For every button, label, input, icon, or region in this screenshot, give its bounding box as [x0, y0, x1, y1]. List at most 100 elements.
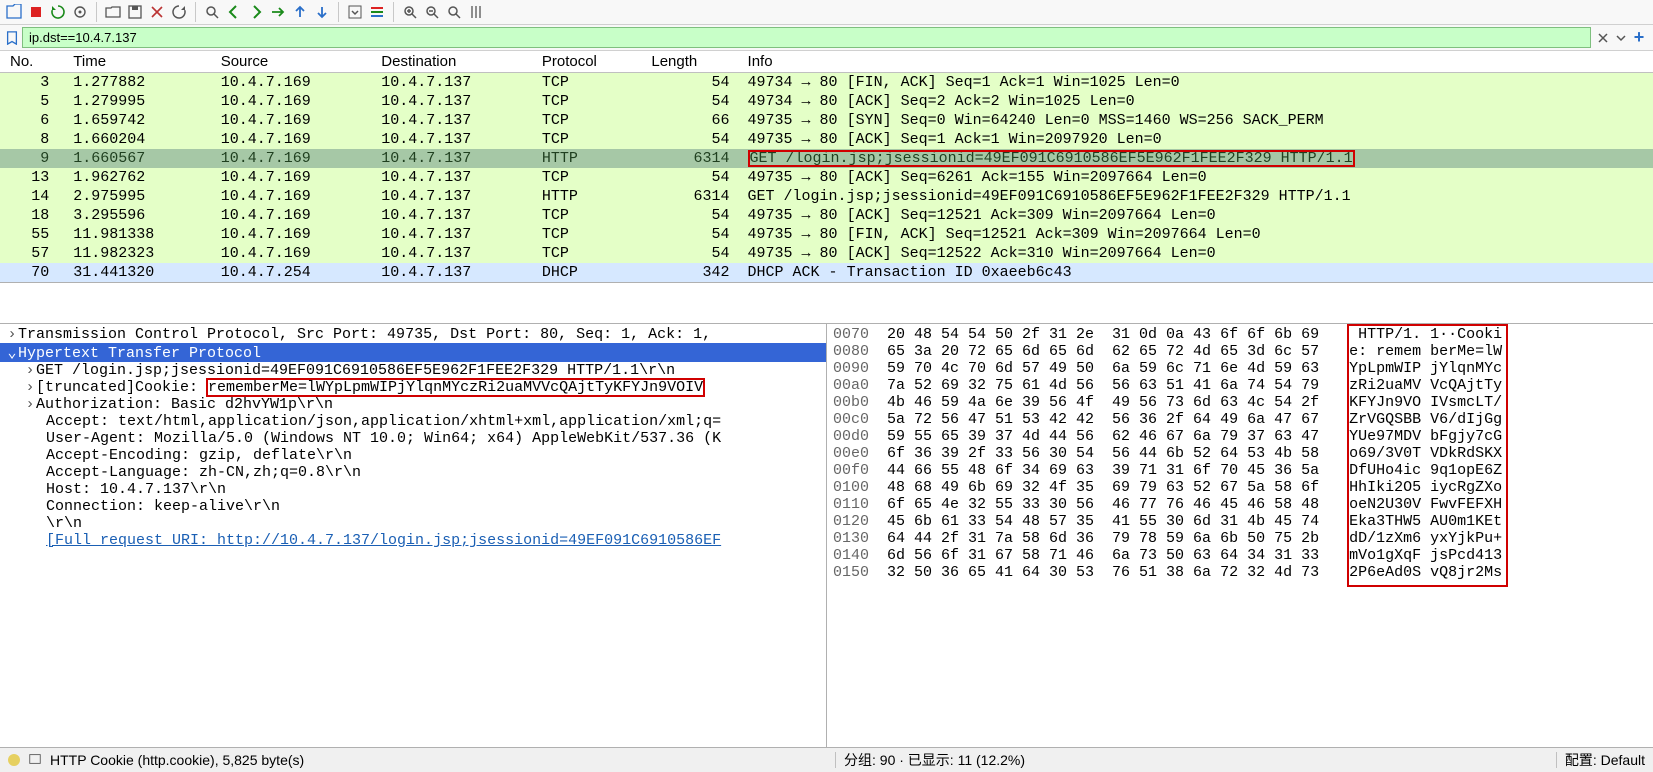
hex-ascii: dD/1zXm6 — [1349, 530, 1430, 547]
bookmark-filter-icon[interactable] — [4, 30, 20, 46]
jump-to-button[interactable] — [268, 2, 288, 22]
hex-ascii: iycRgZXo — [1430, 479, 1502, 496]
save-file-button[interactable] — [125, 2, 145, 22]
packet-list-pane[interactable]: No.TimeSourceDestinationProtocolLengthIn… — [0, 51, 1653, 283]
status-packets: 分组: 90 · 已显示: 11 (12.2%) — [844, 750, 1025, 770]
go-first-button[interactable] — [290, 2, 310, 22]
packet-details-pane[interactable]: ›Transmission Control Protocol, Src Port… — [0, 324, 827, 747]
hex-row[interactable]: 01406d 56 6f 31 67 58 71 466a 73 50 63 6… — [827, 547, 1653, 564]
status-profile[interactable]: 配置: Default — [1565, 750, 1645, 770]
display-filter-input[interactable] — [22, 27, 1591, 48]
hex-row[interactable]: 009059 70 4c 70 6d 57 49 506a 59 6c 71 6… — [827, 360, 1653, 377]
hex-ascii: V6/dIjGg — [1430, 411, 1502, 428]
hex-row[interactable]: 00d059 55 65 39 37 4d 44 5662 46 67 6a 7… — [827, 428, 1653, 445]
display-filter-bar: + — [0, 25, 1653, 51]
hex-row[interactable]: 00e06f 36 39 2f 33 56 30 5456 44 6b 52 6… — [827, 445, 1653, 462]
tree-http-accept[interactable]: Accept: text/html,application/json,appli… — [0, 413, 826, 430]
hex-ascii: mVo1gXqF — [1349, 547, 1430, 564]
add-filter-button[interactable]: + — [1631, 30, 1647, 46]
packet-row[interactable]: 51.27999510.4.7.16910.4.7.137TCP5449734 … — [0, 92, 1653, 111]
packet-row[interactable]: 5711.98232310.4.7.16910.4.7.137TCP544973… — [0, 244, 1653, 263]
colorize-button[interactable] — [367, 2, 387, 22]
tree-http-host[interactable]: Host: 10.4.7.137\r\n — [0, 481, 826, 498]
tree-http-conn[interactable]: Connection: keep-alive\r\n — [0, 498, 826, 515]
hex-ascii: FwvFEFXH — [1430, 496, 1502, 513]
hex-row[interactable]: 012045 6b 61 33 54 48 57 3541 55 30 6d 3… — [827, 513, 1653, 530]
main-toolbar — [0, 0, 1653, 25]
column-header-no[interactable]: No. — [0, 51, 63, 73]
packet-row[interactable]: 31.27788210.4.7.16910.4.7.137TCP5449734 … — [0, 73, 1653, 93]
go-forward-button[interactable] — [246, 2, 266, 22]
hex-ascii: berMe=lW — [1430, 343, 1502, 360]
tree-http[interactable]: ⌄Hypertext Transfer Protocol — [0, 343, 826, 362]
clear-filter-icon[interactable] — [1595, 30, 1611, 46]
hex-ascii: HTTP/1. — [1349, 326, 1430, 343]
hex-row[interactable]: 013064 44 2f 31 7a 58 6d 3679 78 59 6a 6… — [827, 530, 1653, 547]
packet-row[interactable]: 7031.44132010.4.7.25410.4.7.137DHCP342DH… — [0, 263, 1653, 282]
tree-http-crlf[interactable]: \r\n — [0, 515, 826, 532]
go-back-button[interactable] — [224, 2, 244, 22]
zoom-in-button[interactable] — [400, 2, 420, 22]
packet-row[interactable]: 91.66056710.4.7.16910.4.7.137HTTP6314GET… — [0, 149, 1653, 168]
hex-row[interactable]: 008065 3a 20 72 65 6d 65 6d62 65 72 4d 6… — [827, 343, 1653, 360]
expert-info-icon[interactable] — [8, 754, 20, 766]
column-header-protocol[interactable]: Protocol — [532, 51, 642, 73]
hex-ascii: VDkRdSKX — [1430, 445, 1502, 462]
tree-http-accenc[interactable]: Accept-Encoding: gzip, deflate\r\n — [0, 447, 826, 464]
column-header-time[interactable]: Time — [63, 51, 210, 73]
tree-http-cookie[interactable]: ›[truncated]Cookie: rememberMe=lWYpLpmWI… — [0, 379, 826, 396]
hex-ascii: 2P6eAd0S — [1349, 564, 1430, 581]
filter-dropdown-icon[interactable] — [1613, 30, 1629, 46]
hex-row[interactable]: 00b04b 46 59 4a 6e 39 56 4f49 56 73 6d 6… — [827, 394, 1653, 411]
tree-tcp[interactable]: ›Transmission Control Protocol, Src Port… — [0, 326, 826, 343]
open-file-button[interactable] — [103, 2, 123, 22]
cookie-highlight: rememberMe=lWYpLpmWIPjYlqnMYczRi2uaMVVcQ… — [207, 379, 704, 396]
column-header-source[interactable]: Source — [211, 51, 372, 73]
packet-row[interactable]: 183.29559610.4.7.16910.4.7.137TCP5449735… — [0, 206, 1653, 225]
status-bar: HTTP Cookie (http.cookie), 5,825 byte(s)… — [0, 748, 1653, 772]
stop-capture-button[interactable] — [26, 2, 46, 22]
filter-trailing-controls: + — [1593, 30, 1649, 46]
packet-bytes-pane[interactable]: 007020 48 54 54 50 2f 31 2e31 0d 0a 43 6… — [827, 324, 1653, 747]
column-header-info[interactable]: Info — [738, 51, 1653, 73]
hex-ascii: zRi2uaMV — [1349, 377, 1430, 394]
zoom-reset-button[interactable] — [444, 2, 464, 22]
tree-http-ua[interactable]: User-Agent: Mozilla/5.0 (Windows NT 10.0… — [0, 430, 826, 447]
hex-row[interactable]: 007020 48 54 54 50 2f 31 2e31 0d 0a 43 6… — [827, 326, 1653, 343]
packet-row[interactable]: 81.66020410.4.7.16910.4.7.137TCP5449735 … — [0, 130, 1653, 149]
hex-row[interactable]: 010048 68 49 6b 69 32 4f 3569 79 63 52 6… — [827, 479, 1653, 496]
hex-ascii: 1··Cooki — [1430, 326, 1502, 343]
reload-button[interactable] — [169, 2, 189, 22]
resize-columns-button[interactable] — [466, 2, 486, 22]
tree-http-get[interactable]: ›GET /login.jsp;jsessionid=49EF091C69105… — [0, 362, 826, 379]
column-header-length[interactable]: Length — [641, 51, 737, 73]
hex-row[interactable]: 00c05a 72 56 47 51 53 42 4256 36 2f 64 4… — [827, 411, 1653, 428]
tree-http-fulluri[interactable]: [Full request URI: http://10.4.7.137/log… — [0, 532, 826, 549]
hex-row[interactable]: 015032 50 36 65 41 64 30 5376 51 38 6a 7… — [827, 564, 1653, 581]
close-file-button[interactable] — [147, 2, 167, 22]
hex-row[interactable]: 01106f 65 4e 32 55 33 30 5646 77 76 46 4… — [827, 496, 1653, 513]
packet-row[interactable]: 61.65974210.4.7.16910.4.7.137TCP6649735 … — [0, 111, 1653, 130]
hex-ascii: DfUHo4ic — [1349, 462, 1430, 479]
start-capture-button[interactable] — [4, 2, 24, 22]
column-header-destination[interactable]: Destination — [371, 51, 532, 73]
hex-ascii: jsPcd413 — [1430, 547, 1502, 564]
tree-http-auth[interactable]: ›Authorization: Basic d2hvYW1p\r\n — [0, 396, 826, 413]
hex-ascii: o69/3V0T — [1349, 445, 1430, 462]
autoscroll-button[interactable] — [345, 2, 365, 22]
packet-row[interactable]: 142.97599510.4.7.16910.4.7.137HTTP6314GE… — [0, 187, 1653, 206]
find-packet-button[interactable] — [202, 2, 222, 22]
hex-ascii: Eka3THW5 — [1349, 513, 1430, 530]
hex-ascii: YUe97MDV — [1349, 428, 1430, 445]
restart-capture-button[interactable] — [48, 2, 68, 22]
tree-http-acclang[interactable]: Accept-Language: zh-CN,zh;q=0.8\r\n — [0, 464, 826, 481]
go-last-button[interactable] — [312, 2, 332, 22]
packet-list-table[interactable]: No.TimeSourceDestinationProtocolLengthIn… — [0, 51, 1653, 282]
capture-options-button[interactable] — [70, 2, 90, 22]
packet-row[interactable]: 131.96276210.4.7.16910.4.7.137TCP5449735… — [0, 168, 1653, 187]
packet-row[interactable]: 5511.98133810.4.7.16910.4.7.137TCP544973… — [0, 225, 1653, 244]
zoom-out-button[interactable] — [422, 2, 442, 22]
capture-file-icon[interactable] — [28, 752, 42, 769]
hex-row[interactable]: 00f044 66 55 48 6f 34 69 6339 71 31 6f 7… — [827, 462, 1653, 479]
hex-row[interactable]: 00a07a 52 69 32 75 61 4d 5656 63 51 41 6… — [827, 377, 1653, 394]
